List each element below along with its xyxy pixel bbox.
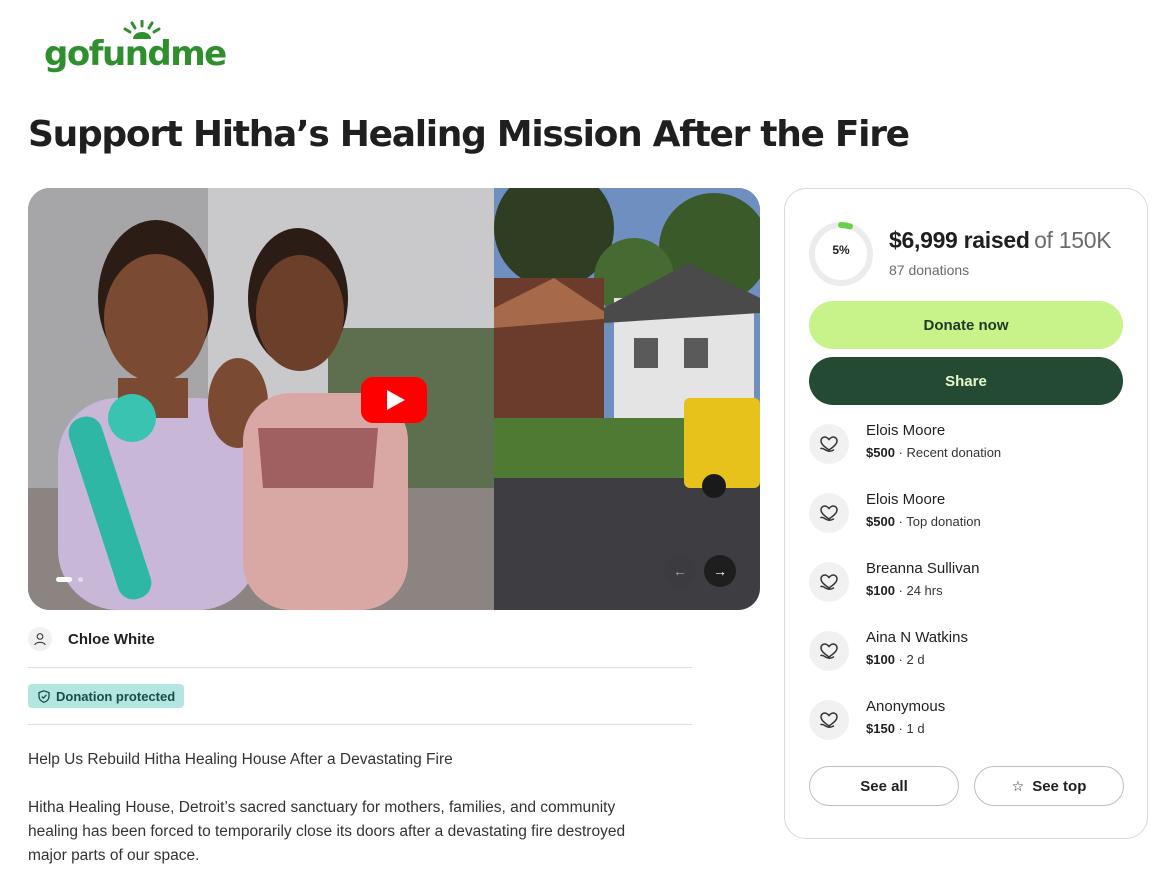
heart-hand-icon <box>809 700 849 740</box>
see-top-button[interactable]: ☆ See top <box>974 766 1124 806</box>
progress-ring: 5% <box>808 221 874 287</box>
shield-icon <box>38 689 50 703</box>
donor-name: Aina N Watkins <box>866 629 968 646</box>
donor-amount: $500 <box>866 514 895 529</box>
donor-note: · Top donation <box>894 514 981 529</box>
donation-protected-badge[interactable]: Donation protected <box>28 684 185 708</box>
donor-meta: $100 · 2 d <box>866 652 925 667</box>
star-icon: ☆ <box>1011 777 1025 794</box>
donor-meta: $100 · 24 hrs <box>866 583 943 598</box>
youtube-play-button[interactable] <box>361 377 427 423</box>
media-carousel[interactable]: ← → <box>28 188 760 610</box>
donor-amount: $150 <box>866 721 895 736</box>
progress-percent: 5% <box>832 243 850 257</box>
donations-count[interactable]: 87 donations <box>889 262 969 278</box>
page-title: Support Hitha’s Healing Mission After th… <box>28 114 910 155</box>
donor-item: Elois Moore $500 · Recent donation <box>809 422 1129 466</box>
donor-note: · 2 d <box>894 652 925 667</box>
donor-amount: $500 <box>866 445 895 460</box>
description-line: healing has been forced to temporarily c… <box>28 823 626 840</box>
badge-label: Donation protected <box>56 688 176 704</box>
organizer[interactable]: Chloe White <box>28 627 155 651</box>
divider <box>28 667 692 668</box>
donor-name: Breanna Sullivan <box>866 560 980 577</box>
donor-item: Anonymous $150 · 1 d <box>809 698 1129 742</box>
gofundme-logo[interactable]: gofundme <box>44 20 227 80</box>
donor-meta: $500 · Top donation <box>866 514 981 529</box>
description-heading: Help Us Rebuild Hitha Healing House Afte… <box>28 751 453 768</box>
donor-note: · 24 hrs <box>894 583 943 598</box>
donor-meta: $500 · Recent donation <box>866 445 1001 460</box>
share-button[interactable]: Share <box>809 357 1123 405</box>
heart-hand-icon <box>809 631 849 671</box>
divider <box>28 724 692 725</box>
see-all-button[interactable]: See all <box>809 766 959 806</box>
donor-name: Elois Moore <box>866 491 946 508</box>
house-photo[interactable] <box>494 188 760 610</box>
donor-meta: $150 · 1 d <box>866 721 925 736</box>
donation-card: 5% $6,999 raised of 150K 87 donations Do… <box>784 188 1148 839</box>
see-top-label: See top <box>1032 777 1087 795</box>
arrow-left-icon: ← <box>673 563 687 579</box>
arrow-right-icon: → <box>713 563 727 579</box>
donor-note: · 1 d <box>894 721 925 736</box>
carousel-dot[interactable] <box>78 577 83 582</box>
description-line: Hitha Healing House, Detroit’s sacred sa… <box>28 799 616 816</box>
heart-hand-icon <box>809 562 849 602</box>
donate-now-button[interactable]: Donate now <box>809 301 1123 349</box>
carousel-prev-button[interactable]: ← <box>664 555 696 587</box>
house-photo-illustration <box>494 188 760 610</box>
raised-amount: $6,999 raised <box>889 227 1030 253</box>
see-all-label: See all <box>860 777 908 795</box>
user-icon <box>28 627 52 651</box>
donor-amount: $100 <box>866 583 895 598</box>
carousel-dot-active[interactable] <box>56 577 72 582</box>
donor-item: Elois Moore $500 · Top donation <box>809 491 1129 535</box>
donor-note: · Recent donation <box>894 445 1002 460</box>
raised-summary: $6,999 raised of 150K <box>889 227 1112 254</box>
organizer-name[interactable]: Chloe White <box>68 631 155 648</box>
donor-name: Elois Moore <box>866 422 946 439</box>
logo-wordmark: gofundme <box>44 34 227 74</box>
carousel-next-button[interactable]: → <box>704 555 736 587</box>
goal-amount: of 150K <box>1034 227 1112 253</box>
description-line: major parts of our space. <box>28 847 200 864</box>
donor-item: Aina N Watkins $100 · 2 d <box>809 629 1129 673</box>
donor-name: Anonymous <box>866 698 946 715</box>
heart-hand-icon <box>809 493 849 533</box>
donor-item: Breanna Sullivan $100 · 24 hrs <box>809 560 1129 604</box>
heart-hand-icon <box>809 424 849 464</box>
donor-amount: $100 <box>866 652 895 667</box>
